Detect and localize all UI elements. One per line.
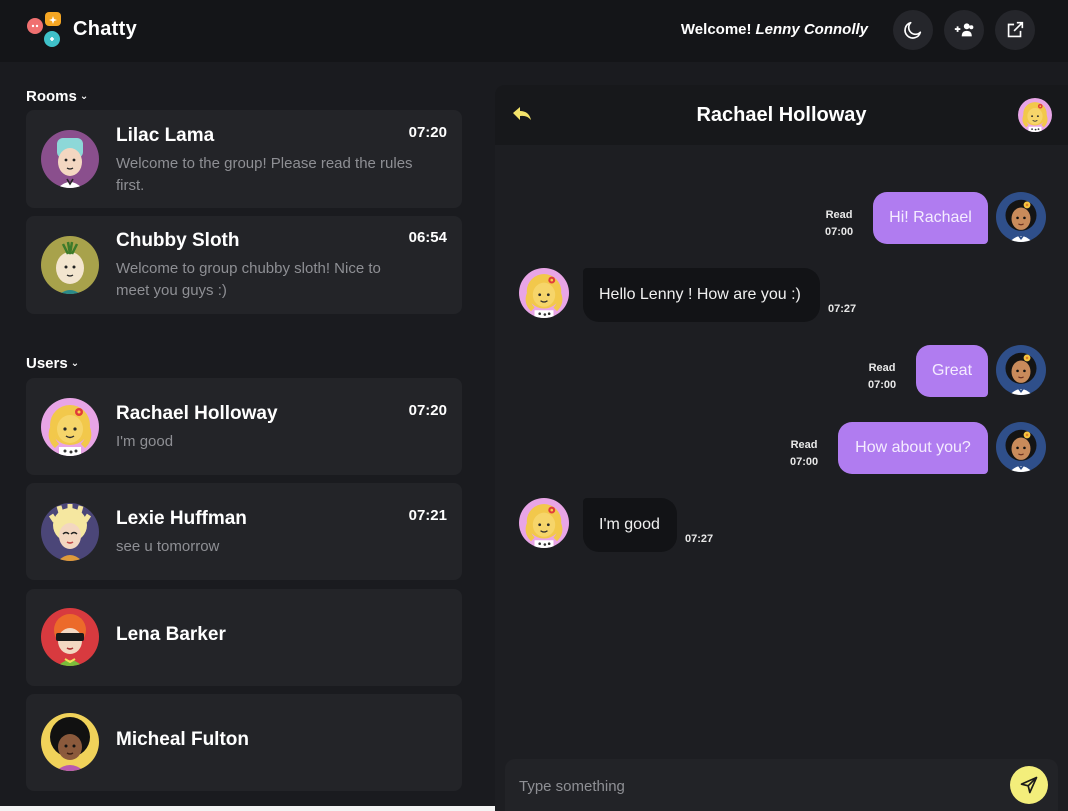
room-last-message: Welcome to group chubby sloth! Nice to m… [116,260,381,299]
message-bubble-outgoing: Great [916,345,988,397]
room-item-lilac-lama[interactable]: Lilac Lama 07:20 Welcome to the group! P… [26,110,462,208]
message-time: 07:00 [825,226,854,238]
user-time: 07:21 [408,507,447,524]
avatar [41,236,99,294]
top-bar: Chatty Welcome! Lenny Connolly [0,0,1068,62]
send-icon [1020,776,1038,794]
read-status: Read [825,209,853,221]
chat-title: Rachael Holloway [696,104,867,126]
avatar [41,130,99,188]
chevron-down-icon: ⌄ [79,91,89,102]
user-last-message: I'm good [116,433,174,450]
current-user-name: Lenny Connolly [755,21,869,38]
message-time: 07:27 [828,303,857,315]
users-label: Users [26,355,68,372]
logout-button[interactable] [995,10,1035,50]
avatar [41,398,99,456]
external-link-icon [1007,21,1024,38]
avatar [996,422,1046,472]
read-status: Read [790,439,818,451]
message-bubble-outgoing: Hi! Rachael [873,192,988,244]
avatar [519,268,569,318]
rooms-section-toggle[interactable]: Rooms ⌄ [26,88,88,105]
send-button[interactable] [1010,766,1048,804]
message-time: 07:00 [868,379,897,391]
user-last-message: see u tomorrow [116,538,220,555]
message-meta: Read 07:00 [825,207,853,241]
message-time: 07:27 [685,533,714,545]
welcome-label: Welcome! [680,21,752,38]
user-item-lena-barker[interactable]: Lena Barker [26,589,462,686]
message-composer [505,759,1058,811]
user-name: Micheal Fulton [116,729,249,750]
horizontal-scrollbar[interactable] [0,806,536,811]
message-meta: Read 07:00 [790,437,818,471]
user-item-micheal-fulton[interactable]: Micheal Fulton [26,694,462,791]
room-time: 07:20 [408,124,447,141]
chat-panel: Rachael Holloway Read 07:00 Hi! Rachael … [495,85,1068,811]
avatar [41,608,99,666]
user-name: Rachael Holloway [116,403,278,424]
room-name: Lilac Lama [116,125,215,146]
rooms-label: Rooms [26,88,77,105]
avatar [519,498,569,548]
chevron-down-icon: ⌄ [70,358,80,369]
user-item-lexie-huffman[interactable]: Lexie Huffman 07:21 see u tomorrow [26,483,462,580]
add-users-button[interactable] [944,10,984,50]
dark-mode-button[interactable] [893,10,933,50]
message-time: 07:00 [790,456,819,468]
avatar [996,345,1046,395]
avatar [41,503,99,561]
room-item-chubby-sloth[interactable]: Chubby Sloth 06:54 Welcome to group chub… [26,216,462,314]
user-name: Lexie Huffman [116,508,247,529]
user-time: 07:20 [408,402,447,419]
avatar [41,713,99,771]
message-input[interactable] [519,775,989,797]
user-item-rachael-holloway[interactable]: Rachael Holloway 07:20 I'm good [26,378,462,475]
moon-icon [904,21,922,39]
chatty-logo-icon [26,12,64,48]
chat-header: Rachael Holloway [495,85,1068,145]
read-status: Read [868,362,896,374]
message-bubble-outgoing: How about you? [838,422,988,474]
room-name: Chubby Sloth [116,230,240,251]
welcome-text: Welcome! Lenny Connolly [681,21,868,38]
chat-contact-avatar[interactable] [1018,98,1052,132]
message-bubble-incoming: Hello Lenny ! How are you :) [583,268,820,322]
add-users-icon [954,23,974,37]
users-section-toggle[interactable]: Users ⌄ [26,355,79,372]
app-title: Chatty [73,18,138,40]
user-name: Lena Barker [116,624,226,645]
room-last-message: Welcome to the group! Please read the ru… [116,155,413,194]
message-bubble-incoming: I'm good [583,498,677,552]
room-time: 06:54 [408,229,447,246]
avatar [996,192,1046,242]
message-meta: Read 07:00 [868,360,896,394]
